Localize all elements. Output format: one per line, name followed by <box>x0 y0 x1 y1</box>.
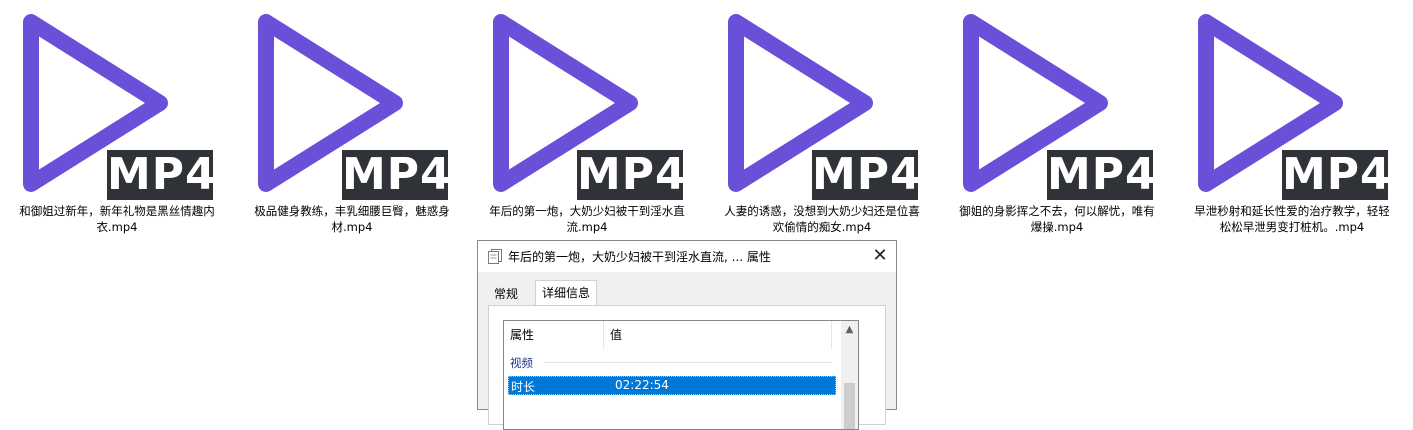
row-value: 02:22:54 <box>615 378 669 392</box>
column-header-property[interactable]: 属性 <box>504 321 604 349</box>
file-name[interactable]: 御姐的身影挥之不去，何以解忧，唯有爆操.mp4 <box>954 203 1160 235</box>
close-button[interactable]: ✕ <box>864 241 896 272</box>
row-property: 时长 <box>511 380 536 394</box>
video-thumbnail[interactable]: MP4 <box>235 0 470 205</box>
file-item[interactable]: MP4 年后的第一炮，大奶少妇被干到淫水直流.mp4 <box>470 0 705 240</box>
mp4-badge: MP4 <box>812 149 922 200</box>
mp4-badge: MP4 <box>342 149 452 200</box>
video-thumbnail[interactable]: MP4 <box>1175 0 1410 205</box>
column-header-value[interactable]: 值 <box>604 321 832 349</box>
mp4-badge: MP4 <box>107 149 217 200</box>
video-thumbnail[interactable]: MP4 <box>705 0 940 205</box>
video-thumbnail[interactable]: MP4 <box>470 0 705 205</box>
file-name[interactable]: 人妻的诱惑，没想到大奶少妇还是位喜欢偷情的痴女.mp4 <box>719 203 925 235</box>
mp4-badge: MP4 <box>1047 149 1157 200</box>
mp4-badge: MP4 <box>1282 149 1392 200</box>
list-row-duration[interactable]: 时长 02:22:54 <box>508 376 836 395</box>
video-thumbnail[interactable]: MP4 <box>940 0 1175 205</box>
file-item[interactable]: MP4 人妻的诱惑，没想到大奶少妇还是位喜欢偷情的痴女.mp4 <box>705 0 940 240</box>
scroll-thumb[interactable] <box>844 383 855 429</box>
video-thumbnail[interactable]: MP4 <box>0 0 235 205</box>
file-grid: MP4 和御姐过新年，新年礼物是黑丝情趣内衣.mp4 MP4 极品健身教练，丰乳… <box>0 0 1413 240</box>
file-name[interactable]: 早泄秒射和延长性爱的治疗教学，轻轻松松早泄男变打桩机。.mp4 <box>1189 203 1395 235</box>
details-panel: 属性 值 视频 时长 02:22:54 ▲ <box>488 305 886 430</box>
file-item[interactable]: MP4 早泄秒射和延长性爱的治疗教学，轻轻松松早泄男变打桩机。.mp4 <box>1175 0 1410 240</box>
scroll-up-icon[interactable]: ▲ <box>841 321 858 338</box>
tab-details[interactable]: 详细信息 <box>535 280 598 306</box>
file-name[interactable]: 年后的第一炮，大奶少妇被干到淫水直流.mp4 <box>484 203 690 235</box>
file-name[interactable]: 极品健身教练，丰乳细腰巨臀，魅惑身材.mp4 <box>249 203 455 235</box>
file-item[interactable]: MP4 御姐的身影挥之不去，何以解忧，唯有爆操.mp4 <box>940 0 1175 240</box>
properties-dialog: 年后的第一炮，大奶少妇被干到淫水直流, ... 属性 ✕ 常规 详细信息 属性 … <box>477 240 897 430</box>
group-header-video: 视频 <box>510 356 533 370</box>
close-icon: ✕ <box>872 245 888 266</box>
dialog-title: 年后的第一炮，大奶少妇被干到淫水直流, ... 属性 <box>508 250 771 264</box>
property-list[interactable]: 属性 值 视频 时长 02:22:54 ▲ <box>503 320 859 430</box>
file-name[interactable]: 和御姐过新年，新年礼物是黑丝情趣内衣.mp4 <box>14 203 220 235</box>
list-header: 属性 值 <box>504 321 840 349</box>
mp4-badge: MP4 <box>577 149 687 200</box>
dialog-titlebar[interactable]: 年后的第一炮，大奶少妇被干到淫水直流, ... 属性 ✕ <box>478 241 896 272</box>
file-item[interactable]: MP4 极品健身教练，丰乳细腰巨臀，魅惑身材.mp4 <box>235 0 470 240</box>
vertical-scrollbar[interactable]: ▲ <box>841 321 858 429</box>
document-icon <box>488 249 502 264</box>
file-item[interactable]: MP4 和御姐过新年，新年礼物是黑丝情趣内衣.mp4 <box>0 0 235 240</box>
tab-general[interactable]: 常规 <box>488 282 524 306</box>
group-divider <box>544 362 832 363</box>
